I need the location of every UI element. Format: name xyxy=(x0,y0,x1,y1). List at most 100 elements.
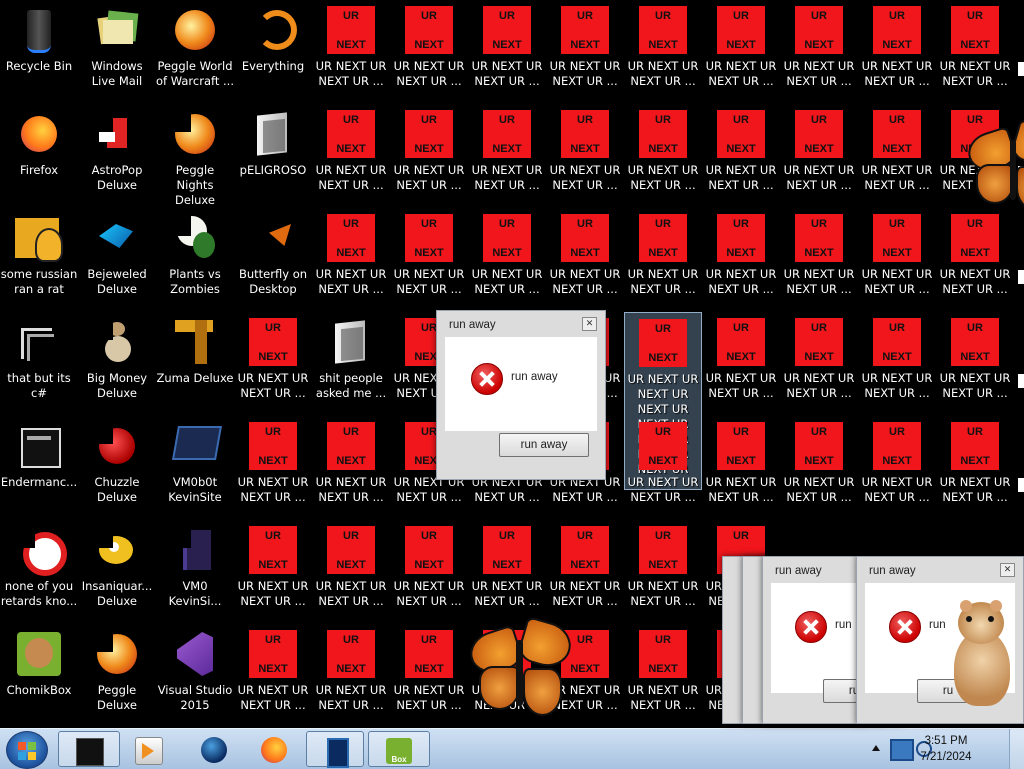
desktop-icon-chomikbox[interactable]: ChomikBox xyxy=(0,624,78,728)
desktop-icon-ur-next[interactable]: UR NEXT UR NEXT UR NEXT UR ... xyxy=(624,0,702,104)
desktop-icon-plants-vs-zombies[interactable]: Plants vs Zombies xyxy=(156,208,234,312)
desktop-icon-ur-next[interactable]: UR NEXT UR NEXT UR NEXT UR ... xyxy=(390,208,468,312)
desktop-icon-ur-next[interactable]: UR NEXT UR NEXT UR NEXT UR ... xyxy=(624,416,702,520)
desktop-icon-ur-next[interactable]: UR NEXT UR NEXT UR NEXT UR ... xyxy=(858,416,936,520)
desktop-icon-insaniquar-deluxe[interactable]: Insaniquar... Deluxe xyxy=(78,520,156,624)
error-dialog[interactable]: run away ✕ run away run away xyxy=(436,310,606,480)
desktop-icon-ur-next[interactable]: UR NEXT UR NEXT UR NEXT UR ... xyxy=(546,104,624,208)
taskbar-app-black[interactable] xyxy=(58,731,120,767)
desktop-icon-windows-live-mail[interactable]: Windows Live Mail xyxy=(78,0,156,104)
desktop-icon-big-money-deluxe[interactable]: Big Money Deluxe xyxy=(78,312,156,416)
ur-next-icon: UR NEXT xyxy=(327,630,375,678)
desktop-icon-ur-next[interactable]: UR NEXT UR NEXT UR NEXT UR ... xyxy=(390,520,468,624)
desktop-icon-peggle-world-of-warcraft[interactable]: Peggle World of Warcraft ... xyxy=(156,0,234,104)
ur-text: UR xyxy=(343,634,359,646)
desktop-icon-endermanc[interactable]: Endermanc... xyxy=(0,416,78,520)
desktop-icon-ur-next[interactable]: UR NEXT UR NEXT UR NEXT UR ... xyxy=(858,312,936,416)
desktop-icon-ur-next[interactable]: UR NEXT UR NEXT UR NEXT UR ... xyxy=(624,624,702,728)
desktop-icon-visual-studio-2015[interactable]: Visual Studio 2015 xyxy=(156,624,234,728)
desktop-icon-ur-next[interactable]: UR NEXT UR NEXT UR NEXT UR ... xyxy=(546,0,624,104)
desktop-icon-peggle-nights-deluxe[interactable]: Peggle Nights Deluxe xyxy=(156,104,234,208)
taskbar-media-player[interactable] xyxy=(118,731,176,767)
desktop-icon-chuzzle-deluxe[interactable]: Chuzzle Deluxe xyxy=(78,416,156,520)
desktop-icon-some-russian-ran-a-rat[interactable]: some russian ran a rat xyxy=(0,208,78,312)
desktop-icon-shit-people-asked-me[interactable]: shit people asked me ... xyxy=(312,312,390,416)
desktop-icon-ur-next[interactable]: UR NEXT UR NEXT UR NEXT UR ... xyxy=(468,0,546,104)
show-desktop-button[interactable] xyxy=(1009,729,1024,769)
desktop-icon-ur-next[interactable]: UR NEXT UR NEXT UR NEXT UR ... xyxy=(780,416,858,520)
start-button[interactable] xyxy=(6,731,48,769)
desktop-icon-none-of-you-retards-kno[interactable]: none of you retards kno... xyxy=(0,520,78,624)
desktop-icon-ur-next[interactable]: UR NEXT UR NEXT UR NEXT UR ... xyxy=(312,520,390,624)
desktop-icon-ur-next[interactable]: UR NEXT UR NEXT UR NEXT UR ... xyxy=(312,208,390,312)
desktop-icon-ur-next[interactable]: UR NEXT UR NEXT UR NEXT UR ... xyxy=(780,104,858,208)
desktop-icon-label: UR NEXT UR NEXT UR ... xyxy=(627,475,699,504)
desktop-icon-butterfly-on-desktop[interactable]: Butterfly on Desktop xyxy=(234,208,312,312)
desktop-icon-ur-next[interactable]: UR NEXT UR NEXT UR NEXT UR ... xyxy=(858,208,936,312)
desktop-icon-peligroso[interactable]: pELIGROSO xyxy=(234,104,312,208)
desktop-icon-ur-next[interactable]: UR NEXT UR NEXT UR NEXT UR ... xyxy=(858,104,936,208)
desktop-icon-ur-next[interactable]: UR NEXT UR NEXT UR NEXT UR ... xyxy=(234,312,312,416)
close-icon[interactable]: ✕ xyxy=(582,317,597,331)
desktop-icon-recycle-bin[interactable]: Recycle Bin xyxy=(0,0,78,104)
desktop-icon-vm0b0t-kevinsite[interactable]: VM0b0t KevinSite xyxy=(156,416,234,520)
desktop-icon-ur-next[interactable]: UR NEXT UR NEXT UR NEXT UR ... xyxy=(390,104,468,208)
desktop-icon-astropop-deluxe[interactable]: AstroPop Deluxe xyxy=(78,104,156,208)
desktop-icon-ur-next[interactable]: UR NEXT UR NEXT UR NEXT UR ... xyxy=(312,0,390,104)
hamster-sprite[interactable] xyxy=(944,600,1018,710)
desktop-icon-bejeweled-deluxe[interactable]: Bejeweled Deluxe xyxy=(78,208,156,312)
peggle-deluxe-icon xyxy=(93,630,141,678)
butterfly-sprite[interactable] xyxy=(464,615,576,721)
desktop-icon-peggle-deluxe[interactable]: Peggle Deluxe xyxy=(78,624,156,728)
desktop-icon-ur-next[interactable]: UR NEXT UR NEXT UR NEXT UR ... xyxy=(234,520,312,624)
tray-expand-icon[interactable] xyxy=(872,745,880,751)
desktop-icon-ur-next[interactable]: UR NEXT UR NEXT UR NEXT UR ... xyxy=(390,624,468,728)
clock[interactable]: 3:51 PM 7/21/2024 xyxy=(906,733,986,765)
ur-next-icon: UR NEXT xyxy=(873,6,921,54)
desktop-icon-zuma-deluxe[interactable]: Zuma Deluxe xyxy=(156,312,234,416)
taskbar-firefox[interactable] xyxy=(244,731,302,767)
butterfly-sprite-2[interactable] xyxy=(963,118,1024,214)
desktop-icon-ur-next[interactable]: UR NEXT UR NEXT UR NEXT UR ... xyxy=(936,208,1014,312)
desktop-icon-that-but-its-c[interactable]: that but its c# xyxy=(0,312,78,416)
desktop-icon-ur-next[interactable]: UR NEXT UR NEXT UR NEXT UR ... xyxy=(936,312,1014,416)
desktop-icon-ur-next[interactable]: UR NEXT UR NEXT UR NEXT UR ... xyxy=(468,208,546,312)
desktop-icon-ur-next[interactable]: UR NEXT UR NEXT UR NEXT UR ... xyxy=(234,624,312,728)
desktop-icon-ur-next[interactable]: UR NEXT UR NEXT UR NEXT UR ... xyxy=(936,0,1014,104)
dialog-ok-button[interactable]: run away xyxy=(499,433,589,457)
taskbar-chomikbox[interactable]: Box xyxy=(368,731,430,767)
desktop-icon-ur-next[interactable]: UR NEXT UR NEXT UR NEXT UR ... xyxy=(858,0,936,104)
desktop-icon-ur-next[interactable]: UR NEXT UR NEXT UR NEXT UR ... xyxy=(780,312,858,416)
error-icon xyxy=(795,611,827,643)
desktop-icon-vm0-kevinsi[interactable]: VM0 KevinSi... xyxy=(156,520,234,624)
insaniquarium-icon xyxy=(93,526,141,574)
desktop-icon-ur-next[interactable]: UR NEXT UR NEXT UR NEXT UR ... xyxy=(312,624,390,728)
desktop-icon-ur-next[interactable]: UR NEXT UR NEXT UR NEXT UR ... xyxy=(702,0,780,104)
desktop-icon-label: ChomikBox xyxy=(6,683,72,697)
desktop-icon-ur-next[interactable]: UR NEXT UR NEXT UR NEXT UR ... xyxy=(312,104,390,208)
close-icon[interactable]: ✕ xyxy=(1000,563,1015,577)
desktop-icon-label: Peggle Nights Deluxe xyxy=(175,163,215,207)
document-icon xyxy=(327,318,375,366)
desktop-icon-ur-next[interactable]: UR NEXT UR NEXT UR NEXT UR ... xyxy=(546,208,624,312)
desktop-icon-ur-next[interactable]: UR NEXT UR NEXT UR NEXT UR ... xyxy=(390,0,468,104)
desktop-icon-ur-next[interactable]: UR NEXT UR NEXT UR NEXT UR ... xyxy=(702,104,780,208)
desktop-icon-ur-next[interactable]: UR NEXT UR NEXT UR NEXT UR ... xyxy=(624,520,702,624)
desktop-icon-ur-next[interactable]: UR NEXT UR NEXT UR NEXT UR ... xyxy=(312,416,390,520)
taskbar-window[interactable] xyxy=(306,731,364,768)
desktop-icon-ur-next[interactable]: UR NEXT UR NEXT UR NEXT UR ... xyxy=(780,0,858,104)
desktop-icon-ur-next[interactable]: UR NEXT UR NEXT UR NEXT UR ... xyxy=(624,208,702,312)
desktop-icon-firefox[interactable]: Firefox xyxy=(0,104,78,208)
taskbar-globe[interactable] xyxy=(184,731,242,767)
desktop-icon-ur-next[interactable]: UR NEXT UR NEXT UR NEXT UR ... xyxy=(702,208,780,312)
desktop-icon-ur-next[interactable]: UR NEXT UR NEXT UR NEXT UR ... xyxy=(468,104,546,208)
desktop-icon-ur-next[interactable]: UR NEXT UR NEXT UR NEXT UR ... xyxy=(702,312,780,416)
desktop-icon-ur-next[interactable]: UR NEXT UR NEXT UR NEXT UR ... xyxy=(624,104,702,208)
desktop-icon-ur-next[interactable]: UR NEXT UR NEXT UR NEXT UR ... xyxy=(234,416,312,520)
desktop-icon-everything[interactable]: Everything xyxy=(234,0,312,104)
desktop-icon-ur-next[interactable]: UR NEXT UR NEXT UR NEXT UR ... xyxy=(936,416,1014,520)
desktop-icon-ur-next[interactable]: UR NEXT UR NEXT UR NEXT UR ... xyxy=(780,208,858,312)
desktop-icon-ur-next[interactable]: UR NEXT UR NEXT UR NEXT UR ... xyxy=(468,520,546,624)
desktop-icon-ur-next[interactable]: UR NEXT UR NEXT UR NEXT UR ... xyxy=(546,520,624,624)
desktop-icon-ur-next[interactable]: UR NEXT UR NEXT UR NEXT UR ... xyxy=(702,416,780,520)
